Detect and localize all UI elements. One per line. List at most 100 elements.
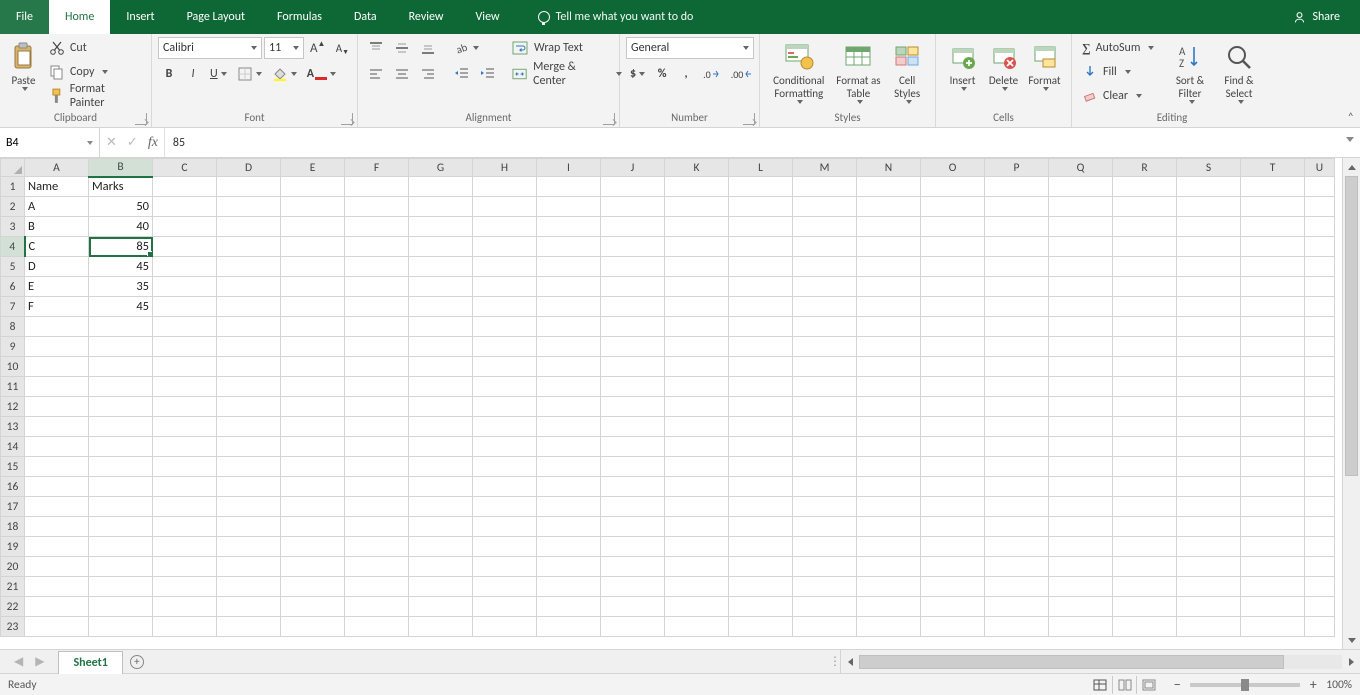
col-header[interactable]: D — [217, 159, 281, 177]
cell[interactable] — [473, 457, 537, 477]
cell[interactable] — [1113, 237, 1177, 257]
cell[interactable] — [985, 377, 1049, 397]
cell[interactable] — [217, 257, 281, 277]
cell[interactable] — [601, 417, 665, 437]
cell[interactable] — [985, 437, 1049, 457]
insert-cells-button[interactable]: Insert — [942, 37, 983, 92]
cell[interactable] — [665, 397, 729, 417]
vscroll-thumb[interactable] — [1345, 176, 1358, 476]
cell[interactable] — [153, 177, 217, 197]
cell[interactable] — [985, 417, 1049, 437]
cell[interactable] — [985, 537, 1049, 557]
cell[interactable] — [1049, 417, 1113, 437]
row-header[interactable]: 14 — [1, 437, 25, 457]
cell[interactable] — [857, 317, 921, 337]
cell[interactable] — [921, 537, 985, 557]
cell[interactable] — [217, 517, 281, 537]
col-header[interactable]: A — [25, 159, 89, 177]
cell[interactable] — [985, 577, 1049, 597]
cell[interactable] — [537, 177, 601, 197]
cell[interactable] — [281, 177, 345, 197]
cell[interactable] — [409, 357, 473, 377]
cell[interactable] — [537, 577, 601, 597]
cell[interactable] — [89, 397, 153, 417]
cell[interactable] — [857, 397, 921, 417]
autosum-button[interactable]: ∑AutoSum — [1078, 37, 1164, 59]
cell[interactable] — [25, 617, 89, 637]
cell[interactable] — [25, 457, 89, 477]
cell[interactable] — [1049, 557, 1113, 577]
cell[interactable]: Marks — [89, 177, 153, 197]
col-header[interactable]: E — [281, 159, 345, 177]
increase-decimal-button[interactable]: .0 — [699, 63, 725, 85]
cancel-formula-button[interactable]: ✕ — [106, 135, 117, 150]
cell[interactable] — [1305, 577, 1335, 597]
cell[interactable]: E — [25, 277, 89, 297]
cell[interactable] — [217, 217, 281, 237]
cell[interactable] — [537, 337, 601, 357]
cell[interactable] — [665, 577, 729, 597]
cell[interactable]: D — [25, 257, 89, 277]
row-header[interactable]: 6 — [1, 277, 25, 297]
row-header[interactable]: 12 — [1, 397, 25, 417]
cell[interactable] — [1241, 257, 1305, 277]
cell[interactable] — [1113, 177, 1177, 197]
cell[interactable] — [25, 377, 89, 397]
cell[interactable] — [281, 277, 345, 297]
tab-view[interactable]: View — [460, 0, 516, 34]
cell[interactable] — [985, 217, 1049, 237]
expand-formula-bar[interactable] — [1346, 137, 1354, 142]
cell[interactable] — [601, 517, 665, 537]
cell[interactable] — [25, 597, 89, 617]
cell[interactable] — [1305, 277, 1335, 297]
cell[interactable] — [793, 217, 857, 237]
cell[interactable] — [153, 577, 217, 597]
cell[interactable] — [473, 497, 537, 517]
cell[interactable] — [985, 317, 1049, 337]
cell[interactable] — [793, 577, 857, 597]
cell[interactable] — [1305, 417, 1335, 437]
cell[interactable] — [1241, 177, 1305, 197]
row-header[interactable]: 23 — [1, 617, 25, 637]
cell[interactable] — [345, 317, 409, 337]
cell[interactable] — [665, 257, 729, 277]
cell[interactable] — [601, 477, 665, 497]
cell[interactable] — [665, 557, 729, 577]
cell[interactable] — [1113, 457, 1177, 477]
font-name-combo[interactable]: Calibri — [158, 37, 262, 59]
clear-button[interactable]: Clear — [1078, 85, 1164, 107]
cell[interactable] — [921, 197, 985, 217]
sheet-nav-prev[interactable]: ◀ — [14, 654, 23, 669]
cell[interactable] — [1113, 617, 1177, 637]
col-header[interactable]: B — [89, 159, 153, 177]
cell[interactable] — [601, 337, 665, 357]
increase-indent-button[interactable] — [476, 63, 500, 85]
cell[interactable]: C — [25, 237, 89, 257]
cell[interactable] — [985, 557, 1049, 577]
cell[interactable] — [1241, 397, 1305, 417]
cell[interactable] — [409, 397, 473, 417]
cell[interactable] — [89, 577, 153, 597]
cell[interactable] — [665, 417, 729, 437]
cell[interactable] — [153, 457, 217, 477]
cell[interactable] — [537, 477, 601, 497]
cell[interactable] — [217, 237, 281, 257]
cell[interactable] — [665, 217, 729, 237]
row-header[interactable]: 15 — [1, 457, 25, 477]
cell[interactable] — [217, 477, 281, 497]
cell[interactable]: 85 — [89, 237, 153, 257]
cell[interactable] — [857, 457, 921, 477]
cell[interactable] — [1177, 597, 1241, 617]
cell[interactable] — [1241, 277, 1305, 297]
cell[interactable] — [345, 417, 409, 437]
cell[interactable] — [89, 437, 153, 457]
decrease-font-button[interactable]: A▼ — [331, 37, 353, 59]
cell[interactable] — [537, 277, 601, 297]
cell[interactable] — [409, 337, 473, 357]
cell[interactable] — [217, 457, 281, 477]
cell[interactable] — [89, 317, 153, 337]
cell[interactable] — [921, 577, 985, 597]
cell[interactable] — [1049, 517, 1113, 537]
cell[interactable] — [281, 197, 345, 217]
cell[interactable] — [1049, 617, 1113, 637]
